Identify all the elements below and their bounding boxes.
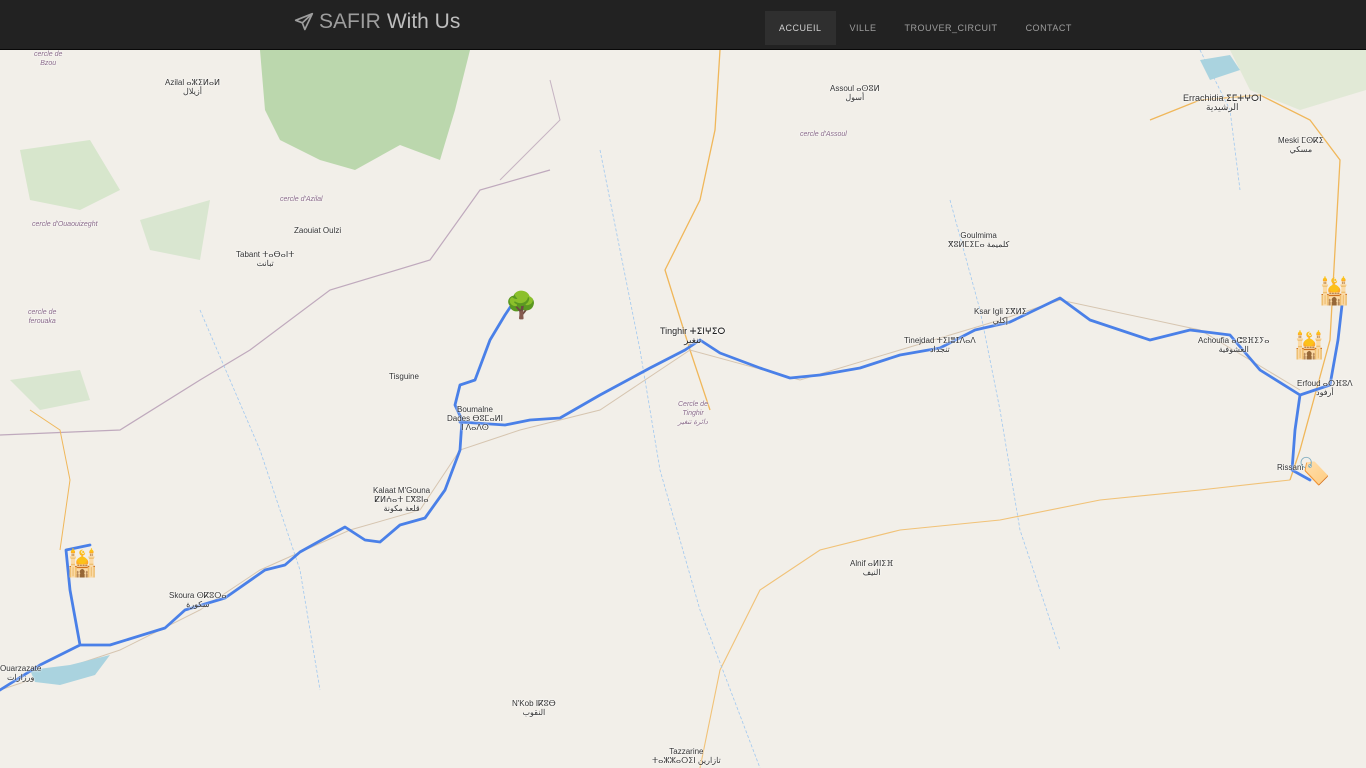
place-boumalne: Boumalne Dades ⴱⵓⵎⴰⵍⵏ ⵏ ⴷⴰⴷⵙ	[447, 405, 503, 432]
brand-name: SAFIR	[319, 10, 381, 33]
map-canvas[interactable]: Errachidia ⵉⵎⵜⵖⵔⵏ الرشيدية Meski ⵎⵙⴽⵉ مس…	[0, 50, 1366, 768]
place-kelaat: Kalaat M'Gouna ⵇⵍⵄⴰⵜ ⵎⴳⵓⵏⴰ قلعة مكونة	[373, 486, 431, 513]
nav-ville[interactable]: VILLE	[836, 11, 891, 45]
place-tabant: Tabant ⵜⴰⴱⴰⵏⵜ تبانت	[236, 250, 295, 268]
river	[599, 149, 761, 768]
place-alnif: Alnif ⴰⵍⵏⵉⴼ النيف	[850, 559, 894, 577]
place-zaouiat-oulzi: Zaouiat Oulzi	[294, 226, 342, 235]
place-skoura: Skoura ⵙⴽⵓⵔⴰ سكورة	[169, 591, 227, 609]
place-tisguine: Tisguine	[389, 372, 419, 381]
mosque-marker-icon[interactable]: 🕌	[66, 550, 98, 576]
place-cercle-ferouaka: cercle de ferouaka	[28, 309, 57, 325]
place-assoul: Assoul ⴰⵙⵓⵍ أسول	[830, 84, 880, 102]
place-ouarzazate: Ouarzazate ورزازات	[0, 664, 42, 682]
paper-plane-icon	[294, 12, 314, 31]
place-goulmima: Goulmima ⴳⵓⵍⵎⵉⵎⴰ كلميمة	[948, 231, 1010, 249]
place-tinghir: Tinghir ⵜⵉⵏⵖⵉⵔ تنغير	[660, 326, 726, 345]
lake-2	[1200, 55, 1240, 80]
place-tinejdad: Tinejdad ⵜⵉⵏⴻⵊⴷⴰⴷ تنجداد	[904, 336, 976, 354]
admin-boundary-2	[499, 79, 561, 181]
road-major-3	[699, 479, 1291, 768]
place-errachidia: Errachidia ⵉⵎⵜⵖⵔⵏ الرشيدية	[1183, 93, 1262, 112]
mosque-marker-icon-2[interactable]: 🕌	[1318, 278, 1350, 304]
river-2	[949, 199, 1061, 651]
mosque-marker-icon-3[interactable]: 🕌	[1293, 332, 1325, 358]
route-line	[0, 296, 1344, 692]
nav-trouver-circuit[interactable]: TROUVER_CIRCUIT	[891, 11, 1012, 45]
place-cercle-bzou: cercle de Bzou	[34, 51, 63, 67]
place-meski: Meski ⵎⵙⴽⵉ مسكي	[1278, 136, 1324, 154]
forest-area-3	[140, 200, 210, 260]
river-3	[199, 309, 321, 691]
place-ksar-igli: Ksar Igli ⵉⴳⵍⵉ إكلي	[974, 307, 1027, 325]
forest-area-2	[20, 140, 120, 210]
place-achoufia: Achoufia ⴰⵛⵓⴼⵉⵢⴰ العشوفية	[1198, 336, 1270, 354]
place-tazzarine: Tazzarine ⵜⴰⵣⵣⴰⵔⵉⵏ تازارين	[652, 747, 721, 765]
place-cercle-azilal: cercle d'Azilal	[280, 196, 323, 203]
place-nkob: N'Kob ⵏⴽⵓⴱ النقوب	[512, 699, 556, 717]
place-cercle-tinghir: Cercle de Tinghir دائرة تنغير	[678, 401, 708, 426]
road-major-4	[29, 409, 71, 551]
navbar: SAFIR With Us ACCUEIL VILLE TROUVER_CIRC…	[0, 0, 1366, 50]
nav-menu: ACCUEIL VILLE TROUVER_CIRCUIT CONTACT	[765, 11, 1086, 45]
brand-link[interactable]: SAFIR With Us	[294, 10, 460, 34]
nav-accueil[interactable]: ACCUEIL	[765, 11, 836, 45]
lake	[30, 655, 110, 685]
nav-contact[interactable]: CONTACT	[1012, 11, 1086, 45]
place-azilal: Azilal ⴰⵣⵉⵍⴰⵍ أزيلال	[165, 78, 221, 96]
price-tag-marker-icon[interactable]: 🏷️	[1298, 458, 1330, 484]
place-erfoud: Erfoud ⴰⵔⴼⵓⴷ أرفود	[1297, 379, 1353, 397]
tree-marker-icon[interactable]: 🌳	[505, 292, 537, 318]
road-minor	[0, 299, 1301, 691]
brand-tagline: With Us	[386, 10, 461, 33]
forest-area-4	[10, 370, 90, 410]
forest-area	[260, 50, 470, 170]
place-cercle-assoul: cercle d'Assoul	[800, 131, 847, 138]
place-cercle-ouaouizeght: cercle d'Ouaouizeght	[32, 221, 98, 228]
